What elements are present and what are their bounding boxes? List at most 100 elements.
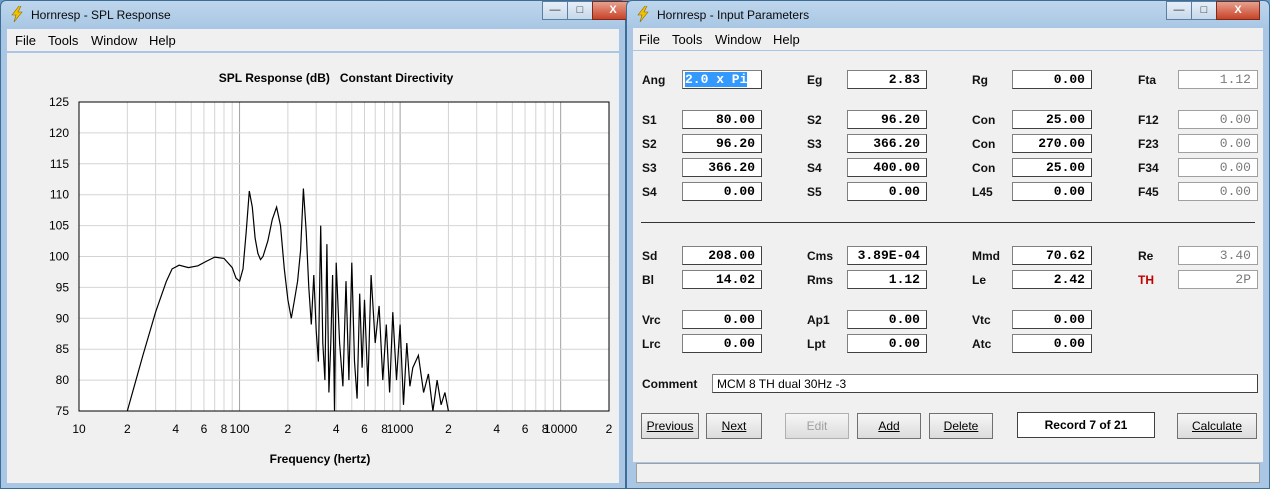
spl-title-bar[interactable]: Hornresp - SPL Response — □ X [1,1,634,29]
param-field-ap1[interactable]: 0.00 [847,310,927,329]
menu-help[interactable]: Help [149,33,176,48]
y-tick-label: 120 [49,126,69,140]
param-field-con[interactable]: 25.00 [1012,110,1092,129]
param-value: 0.00 [723,336,755,351]
param-field-s4[interactable]: 400.00 [847,158,927,177]
param-field-le[interactable]: 2.42 [1012,270,1092,289]
param-field-l45[interactable]: 0.00 [1012,182,1092,201]
param-field-s4[interactable]: 0.00 [682,182,762,201]
param-field-con[interactable]: 25.00 [1012,158,1092,177]
param-value: 2P [1235,272,1251,287]
comment-field[interactable]: MCM 8 TH dual 30Hz -3 [712,374,1258,393]
param-field-s2[interactable]: 96.20 [847,110,927,129]
param-field-s3[interactable]: 366.20 [682,158,762,177]
param-field-s1[interactable]: 80.00 [682,110,762,129]
ip-menu-bar: File Tools Window Help [633,28,1263,50]
x-tick-label: 6 [201,422,208,436]
calculate-button[interactable]: Calculate [1177,413,1257,439]
param-label-re: Re [1138,249,1154,263]
param-label-sd: Sd [642,249,658,263]
section-divider [641,222,1255,223]
close-button[interactable]: X [1216,1,1260,20]
param-value: 96.20 [715,136,755,151]
param-label-rms: Rms [807,273,834,287]
param-field-s2[interactable]: 96.20 [682,134,762,153]
param-label-rg: Rg [972,73,988,87]
param-field-th[interactable]: 2P [1178,270,1258,289]
delete-button[interactable]: Delete [929,413,993,439]
param-field-con[interactable]: 270.00 [1012,134,1092,153]
minimize-button[interactable]: — [542,1,568,20]
spl-window-title: Hornresp - SPL Response [31,8,171,22]
param-value: 0.00 [1219,184,1251,199]
menu-file[interactable]: File [15,33,36,48]
menu-file[interactable]: File [639,32,660,47]
param-value: 0.00 [723,312,755,327]
x-tick-label: 4 [493,422,500,436]
param-label-atc: Atc [972,337,992,351]
input-parameters-form: Ang 2.0 x Pi Eg 2.83 Rg 0.00 Fta 1.12 S1 80.00 S2 9… [633,51,1263,462]
param-field-rg[interactable]: 0.00 [1012,70,1092,89]
param-value: 0.00 [1219,136,1251,151]
param-label-ap1: Ap1 [807,313,830,327]
param-field-bl[interactable]: 14.02 [682,270,762,289]
menu-tools[interactable]: Tools [48,33,78,48]
menu-help[interactable]: Help [773,32,800,47]
param-label-le: Le [972,273,987,287]
param-field-f34[interactable]: 0.00 [1178,158,1258,177]
param-label-f45: F45 [1138,185,1159,199]
ip-title-bar[interactable]: Hornresp - Input Parameters — □ X [627,1,1269,29]
param-value: 366.20 [873,136,920,151]
param-field-vtc[interactable]: 0.00 [1012,310,1092,329]
spl-response-window: Hornresp - SPL Response — □ X File Tools… [0,0,634,489]
x-tick-label: 6 [361,422,368,436]
param-field-eg[interactable]: 2.83 [847,70,927,89]
maximize-button[interactable]: □ [567,1,593,20]
param-label-f12: F12 [1138,113,1159,127]
param-field-s5[interactable]: 0.00 [847,182,927,201]
param-field-f23[interactable]: 0.00 [1178,134,1258,153]
param-value: 2.42 [1053,272,1085,287]
param-field-re[interactable]: 3.40 [1178,246,1258,265]
param-field-cms[interactable]: 3.89E-04 [847,246,927,265]
param-field-lrc[interactable]: 0.00 [682,334,762,353]
maximize-button[interactable]: □ [1191,1,1217,20]
spl-response-chart: 125120115110105100959085807510 2 4 6 8 100 2 4 6… [49,71,613,466]
param-value: 25.00 [1045,112,1085,127]
menu-window[interactable]: Window [91,33,137,48]
param-label-lrc: Lrc [642,337,661,351]
param-field-fta[interactable]: 1.12 [1178,70,1258,89]
minimize-button[interactable]: — [1166,1,1192,20]
param-field-s3[interactable]: 366.20 [847,134,927,153]
param-value: 70.62 [1045,248,1085,263]
param-field-sd[interactable]: 208.00 [682,246,762,265]
param-label-s4: S4 [642,185,657,199]
edit-button[interactable]: Edit [785,413,849,439]
param-field-rms[interactable]: 1.12 [847,270,927,289]
param-label-lpt: Lpt [807,337,826,351]
param-label-vrc: Vrc [642,313,661,327]
menu-tools[interactable]: Tools [672,32,702,47]
param-field-ang[interactable]: 2.0 x Pi [682,70,762,89]
param-label-l45: L45 [972,185,993,199]
param-field-f12[interactable]: 0.00 [1178,110,1258,129]
spl-chart-area: 125 120 115 110 105 100 95 90 85 80 75 10 2 4 6 8 100 2 4 6… [7,53,619,483]
x-axis-label: Frequency (hertz) [270,452,371,466]
param-field-atc[interactable]: 0.00 [1012,334,1092,353]
add-button[interactable]: Add [857,413,921,439]
next-button[interactable]: Next [706,413,762,439]
param-field-lpt[interactable]: 0.00 [847,334,927,353]
param-label-vtc: Vtc [972,313,991,327]
param-label-eg: Eg [807,73,823,87]
x-tick-label: 2 [285,422,292,436]
x-tick-label: 8 [221,422,228,436]
param-value: 96.20 [880,112,920,127]
param-field-mmd[interactable]: 70.62 [1012,246,1092,265]
param-value: 3.40 [1219,248,1251,263]
menu-window[interactable]: Window [715,32,761,47]
chart-title: SPL Response (dB) Constant Directivity [219,71,454,85]
param-field-vrc[interactable]: 0.00 [682,310,762,329]
param-field-f45[interactable]: 0.00 [1178,182,1258,201]
param-value: 2.83 [888,72,920,87]
previous-button[interactable]: Previous [641,413,699,439]
